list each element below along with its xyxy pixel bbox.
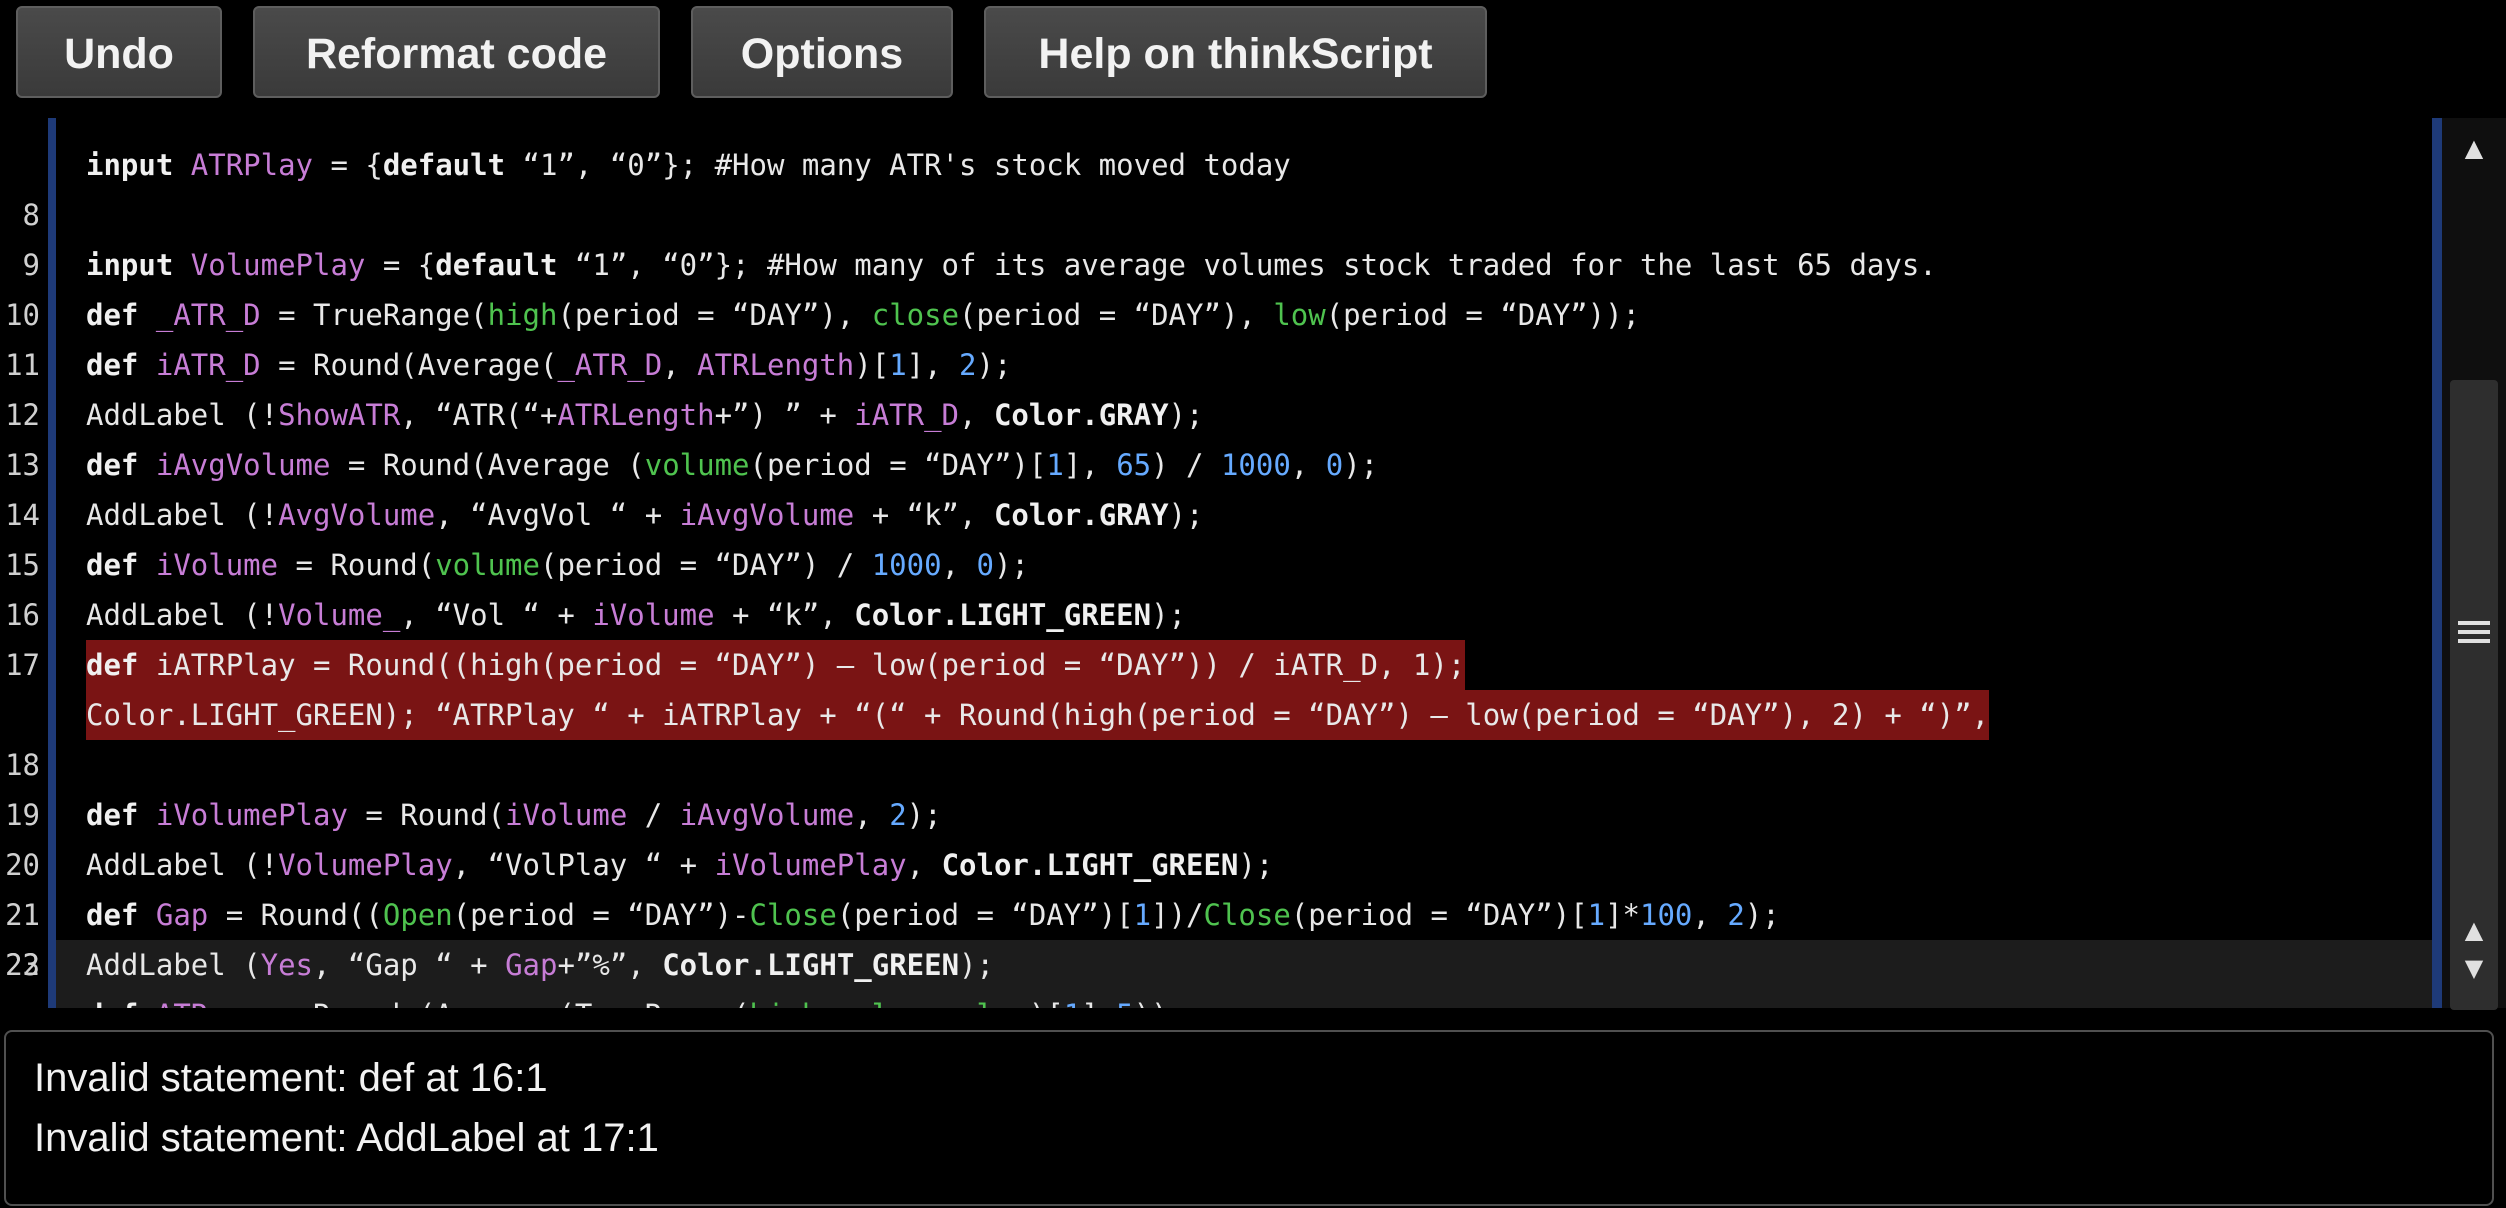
reformat-code-button[interactable]: Reformat code (253, 6, 660, 98)
code-line-16[interactable]: 16 def iATRPlay = Round((high(period = “… (0, 540, 2432, 690)
triangle-down-icon[interactable]: ▼ (2442, 948, 2506, 988)
code-line-22[interactable]: 22 def ATRcur = Round (Average(TrueRange… (0, 890, 2432, 1008)
code-line-17[interactable]: 17 AddLabel (!ATRPlay, “ATRPlay “ + iATR… (0, 590, 2432, 740)
code-line-9[interactable]: 9 def _ATR_D = TrueRange(high(period = “… (0, 190, 2432, 332)
error-message: Invalid statement: def at 16:1 (34, 1056, 548, 1100)
code-line-8[interactable]: 8 input VolumePlay = {default “1”, “0”};… (0, 140, 2432, 282)
undo-button[interactable]: Undo (16, 6, 222, 98)
code-line-17-continuation[interactable]: Color.LIGHT_GREEN); (0, 640, 2432, 740)
grip-icon (2458, 621, 2490, 625)
code-line-11[interactable]: 11 AddLabel (!ShowATR, “ATR(“+ATRLength+… (0, 290, 2432, 432)
code-line-14[interactable]: 14 def iVolume = Round(volume(period = “… (0, 440, 2432, 582)
code-line-21[interactable]: 21 AddLabel (Yes, “Gap “ + Gap+”%”, Colo… (0, 840, 2432, 982)
triangle-up-icon[interactable]: ▲ (2442, 910, 2506, 950)
toolbar: Undo Reformat code Options Help on think… (0, 0, 2506, 118)
line-number: 23 (5, 948, 40, 982)
triangle-up-icon[interactable]: ▲ (2442, 128, 2506, 168)
code-line-20[interactable]: 20 def Gap = Round((Open(period = “DAY”)… (0, 790, 2432, 932)
editor-scrollbar[interactable]: ▲ ▲ ▼ (2442, 118, 2506, 1010)
editor-right-border (2432, 118, 2442, 1008)
code-line-12[interactable]: 12 def iAvgVolume = Round(Average (volum… (0, 340, 2432, 482)
grip-icon (2458, 639, 2490, 643)
code-line-10[interactable]: 10 def iATR_D = Round(Average(_ATR_D, AT… (0, 240, 2432, 382)
code-line-23[interactable]: 23 AddLabel (Yes, “ATR(5) “ + ATRcur, if… (0, 948, 2432, 998)
code-line-partial[interactable]: input ATRPlay = {default “1”, “0”}; #How… (0, 118, 2432, 182)
code-line-19[interactable]: 19 AddLabel (!VolumePlay, “VolPlay “ + i… (0, 740, 2432, 882)
code-line-13[interactable]: 13 AddLabel (!AvgVolume, “AvgVol “ + iAv… (0, 390, 2432, 532)
grip-icon (2458, 630, 2490, 634)
code-line-15[interactable]: 15 AddLabel (!Volume_, “Vol “ + iVolume … (0, 490, 2432, 632)
code-editor[interactable]: input ATRPlay = {default “1”, “0”}; #How… (0, 118, 2470, 1008)
error-console: Invalid statement: def at 16:1 Invalid s… (4, 1030, 2494, 1206)
code-line-18[interactable]: 18 def iVolumePlay = Round(iVolume / iAv… (0, 690, 2432, 832)
error-message: Invalid statement: AddLabel at 17:1 (34, 1116, 659, 1160)
help-on-thinkscript-button[interactable]: Help on thinkScript (984, 6, 1487, 98)
options-button[interactable]: Options (691, 6, 953, 98)
